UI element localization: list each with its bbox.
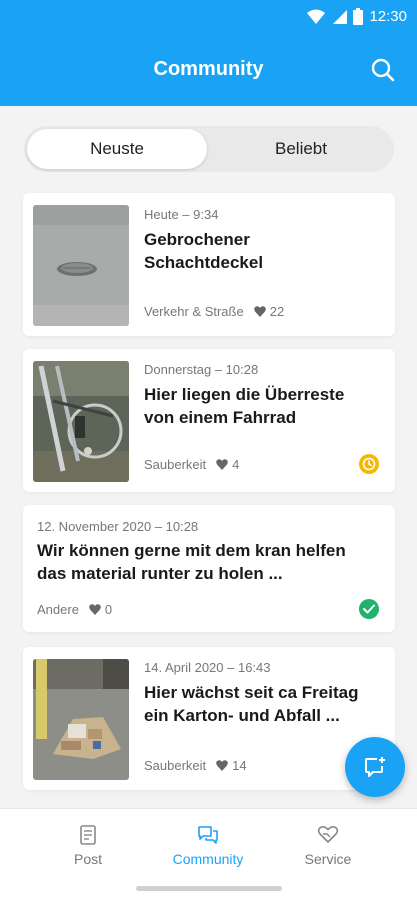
post-footer: Verkehr & Straße 22 <box>144 304 284 319</box>
post-footer: Sauberkeit 14 <box>144 758 247 773</box>
search-button[interactable] <box>367 54 399 86</box>
post-title-line-2: ein Karton- und Abfall ... <box>144 706 340 725</box>
wifi-icon <box>307 9 326 24</box>
document-icon <box>80 825 96 845</box>
cell-signal-icon <box>333 9 348 24</box>
heart-icon <box>253 306 266 317</box>
nav-item-community[interactable]: Community <box>148 823 268 867</box>
post-title-line-1: Hier wächst seit ca Freitag <box>144 683 359 702</box>
pending-status-badge <box>359 454 379 474</box>
tab-beliebt[interactable]: Beliebt <box>211 129 391 169</box>
sort-tabs: Neuste Beliebt <box>24 126 394 172</box>
post-card[interactable]: Donnerstag – 10:28 Hier liegen die Überr… <box>23 349 395 492</box>
tab-neuste[interactable]: Neuste <box>27 129 207 169</box>
done-status-badge <box>359 599 379 619</box>
post-category: Andere <box>37 602 79 617</box>
post-likes-count: 14 <box>232 758 247 773</box>
chat-icon <box>198 826 218 844</box>
post-category: Verkehr & Straße <box>144 304 244 319</box>
nav-label-post: Post <box>73 851 102 867</box>
post-title-line-2: Schachtdeckel <box>144 253 264 272</box>
post-category: Sauberkeit <box>144 758 207 773</box>
status-bar: 12:30 <box>0 0 417 36</box>
post-timestamp: Donnerstag – 10:28 <box>144 362 259 377</box>
post-card[interactable]: 14. April 2020 – 16:43 Hier wächst seit … <box>23 647 395 790</box>
nav-item-post[interactable]: Post <box>28 823 148 867</box>
post-footer: Sauberkeit 4 <box>144 457 239 472</box>
post-likes[interactable]: 0 <box>89 602 112 617</box>
post-title-line-1: Wir können gerne mit dem kran helfen <box>37 541 346 560</box>
post-title-line-1: Hier liegen die Überreste <box>144 385 345 404</box>
bicycle-photo <box>33 361 129 482</box>
post-category: Sauberkeit <box>144 457 207 472</box>
post-timestamp: 12. November 2020 – 10:28 <box>37 519 199 534</box>
status-time: 12:30 <box>369 8 407 25</box>
app-bar: Community <box>0 36 417 106</box>
nav-label-community: Community <box>172 851 244 867</box>
post-timestamp: 14. April 2020 – 16:43 <box>144 660 271 675</box>
post-likes-count: 4 <box>232 457 240 472</box>
post-likes-count: 0 <box>104 602 113 617</box>
post-timestamp: Heute – 9:34 <box>144 207 219 222</box>
status-icons: 12:30 <box>307 8 407 25</box>
manhole-cover-photo <box>33 205 129 326</box>
post-title-line-2: von einem Fahrrad <box>144 408 297 427</box>
trash-pile-photo <box>33 659 129 780</box>
add-comment-icon <box>365 757 385 777</box>
post-title-line-1: Gebrochener <box>144 230 250 249</box>
heart-icon <box>89 604 101 615</box>
checkmark-icon <box>363 604 375 614</box>
heart-icon <box>216 459 228 470</box>
post-title-line-2: das material runter zu holen ... <box>37 564 283 583</box>
home-indicator[interactable] <box>136 886 282 891</box>
post-likes-count: 22 <box>269 304 285 319</box>
post-likes[interactable]: 14 <box>216 758 247 773</box>
clock-icon <box>362 457 376 471</box>
post-likes[interactable]: 4 <box>216 457 239 472</box>
post-card[interactable]: 12. November 2020 – 10:28 Wir können ger… <box>23 505 395 632</box>
page-title: Community <box>153 58 264 80</box>
post-footer: Andere 0 <box>37 602 112 617</box>
battery-icon <box>353 8 364 25</box>
heart-icon <box>216 760 228 771</box>
nav-label-service: Service <box>304 851 352 867</box>
bottom-navigation: Post Community Service <box>0 808 417 900</box>
nav-item-service[interactable]: Service <box>268 823 388 867</box>
heart-hand-icon <box>317 826 339 843</box>
post-card[interactable]: Heute – 9:34 Gebrochener Schachtdeckel V… <box>23 193 395 336</box>
new-post-button[interactable] <box>345 737 405 797</box>
post-likes[interactable]: 22 <box>253 304 285 319</box>
search-icon <box>371 58 395 82</box>
